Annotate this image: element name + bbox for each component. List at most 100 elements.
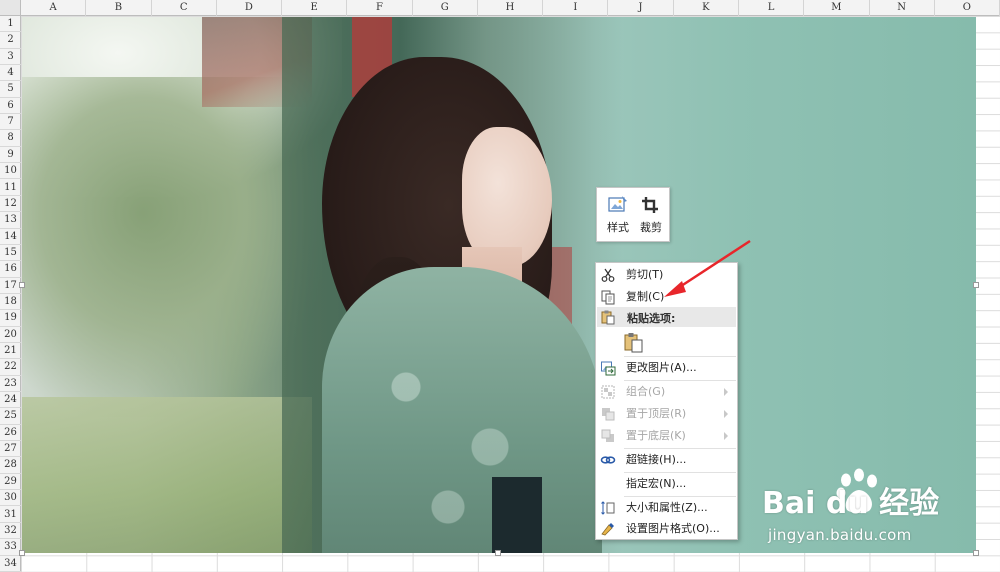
row-header-31[interactable]: 31 [0,507,21,523]
menu-item-format-picture[interactable]: 设置图片格式(O)... [596,518,737,540]
menu-label-send-to-back: 置于底层(K) [626,429,686,442]
column-header-bar: ABCDEFGHIJKLMNO [21,0,1000,16]
photo-woman-face [462,127,552,267]
menu-item-bring-to-front[interactable]: 置于顶层(R) [596,403,737,425]
menu-label-group: 组合(G) [626,385,666,398]
row-header-bar: 1 2 3 4 5 6 7 8 9 10 11 12 13 14 15 16 17 18 19 20 21 22 23 24 2… [0,16,21,572]
row-header-21[interactable]: 21 [0,343,21,360]
row-header-11[interactable]: 11 [0,180,21,196]
copy-icon [601,290,615,305]
row-header-22[interactable]: 22 [0,359,21,376]
column-header-j[interactable]: J [608,0,674,16]
column-header-c[interactable]: C [152,0,217,16]
row-header-4[interactable]: 4 [0,65,21,82]
row-header-15[interactable]: 15 [0,245,21,262]
send-to-back-icon [601,429,614,442]
resize-handle-bottom[interactable] [495,550,501,556]
menu-item-hyperlink[interactable]: 超链接(H)... [596,449,737,471]
menu-label-format-picture: 设置图片格式(O)... [626,522,720,535]
submenu-arrow-icon [724,410,728,418]
row-header-17[interactable]: 17 [0,278,21,294]
baidu-jingyan-watermark: Bai du 经验 jingyan.baidu.com [762,468,952,550]
photo-hedge [22,397,312,553]
change-picture-icon [601,361,616,376]
resize-handle-bottom-right[interactable] [973,550,979,556]
row-header-27[interactable]: 27 [0,441,21,458]
menu-item-size-properties[interactable]: 大小和属性(Z)... [596,497,737,519]
row-header-5[interactable]: 5 [0,81,21,98]
style-button[interactable]: 样式 [601,192,635,238]
menu-item-group[interactable]: 组合(G) [596,381,737,403]
row-header-16[interactable]: 16 [0,261,21,278]
annotation-arrow-icon [664,239,751,297]
group-icon [601,385,615,399]
submenu-arrow-icon [724,432,728,440]
paste-option-button[interactable] [623,331,645,353]
menu-label-change-picture: 更改图片(A)... [626,361,697,374]
row-header-19[interactable]: 19 [0,310,21,327]
column-header-n[interactable]: N [870,0,935,16]
row-header-34[interactable]: 34 [0,556,21,572]
column-header-d[interactable]: D [217,0,283,16]
menu-label-size-properties: 大小和属性(Z)... [626,501,708,514]
row-header-3[interactable]: 3 [0,49,21,66]
row-header-20[interactable]: 20 [0,327,21,343]
select-all-corner[interactable] [0,0,21,16]
column-header-e[interactable]: E [282,0,348,16]
hyperlink-icon [600,456,616,464]
scissors-icon [601,268,615,282]
crop-icon [642,197,658,213]
row-header-26[interactable]: 26 [0,425,21,442]
paste-options-label: 粘贴选项: [627,312,676,325]
menu-label-bring-to-front: 置于顶层(R) [626,407,687,420]
column-header-h[interactable]: H [478,0,544,16]
row-header-32[interactable]: 32 [0,523,21,540]
row-header-29[interactable]: 29 [0,474,21,491]
column-header-b[interactable]: B [86,0,152,16]
menu-item-send-to-back[interactable]: 置于底层(K) [596,425,737,447]
row-header-25[interactable]: 25 [0,408,21,425]
row-header-9[interactable]: 9 [0,147,21,164]
column-header-g[interactable]: G [413,0,478,16]
style-button-label: 样式 [607,221,629,234]
resize-handle-left[interactable] [19,282,25,288]
row-header-33[interactable]: 33 [0,539,21,556]
column-header-k[interactable]: K [674,0,739,16]
resize-handle-bottom-left[interactable] [19,550,25,556]
size-properties-icon [601,501,615,515]
row-header-10[interactable]: 10 [0,163,21,180]
column-header-a[interactable]: A [21,0,87,16]
row-header-28[interactable]: 28 [0,457,21,474]
crop-button[interactable]: 裁剪 [634,192,668,238]
resize-handle-right[interactable] [973,282,979,288]
row-header-1[interactable]: 1 [0,16,21,33]
row-header-12[interactable]: 12 [0,196,21,213]
row-header-23[interactable]: 23 [0,376,21,393]
row-header-24[interactable]: 24 [0,392,21,409]
crop-button-label: 裁剪 [640,221,662,234]
menu-label-assign-macro: 指定宏(N)... [626,477,687,490]
row-header-14[interactable]: 14 [0,229,21,245]
row-header-6[interactable]: 6 [0,98,21,115]
format-picture-icon [601,523,614,536]
menu-item-assign-macro[interactable]: 指定宏(N)... [596,473,737,495]
column-header-i[interactable]: I [543,0,609,16]
column-header-m[interactable]: M [804,0,870,16]
watermark-logo-text: Bai du 经验 [762,486,940,521]
row-header-8[interactable]: 8 [0,130,21,147]
menu-label-hyperlink: 超链接(H)... [626,453,687,466]
row-header-18[interactable]: 18 [0,294,21,311]
column-header-l[interactable]: L [739,0,805,16]
submenu-arrow-icon [724,388,728,396]
row-header-2[interactable]: 2 [0,32,21,49]
row-header-30[interactable]: 30 [0,490,21,507]
menu-item-change-picture[interactable]: 更改图片(A)... [596,357,737,379]
menu-label-copy: 复制(C) [626,290,665,303]
menu-label-cut: 剪切(T) [626,268,664,281]
watermark-url: jingyan.baidu.com [768,526,912,544]
column-header-f[interactable]: F [347,0,413,16]
paste-clipboard-icon [624,333,643,353]
row-header-7[interactable]: 7 [0,114,21,131]
column-header-o[interactable]: O [935,0,1000,16]
row-header-13[interactable]: 13 [0,212,21,229]
